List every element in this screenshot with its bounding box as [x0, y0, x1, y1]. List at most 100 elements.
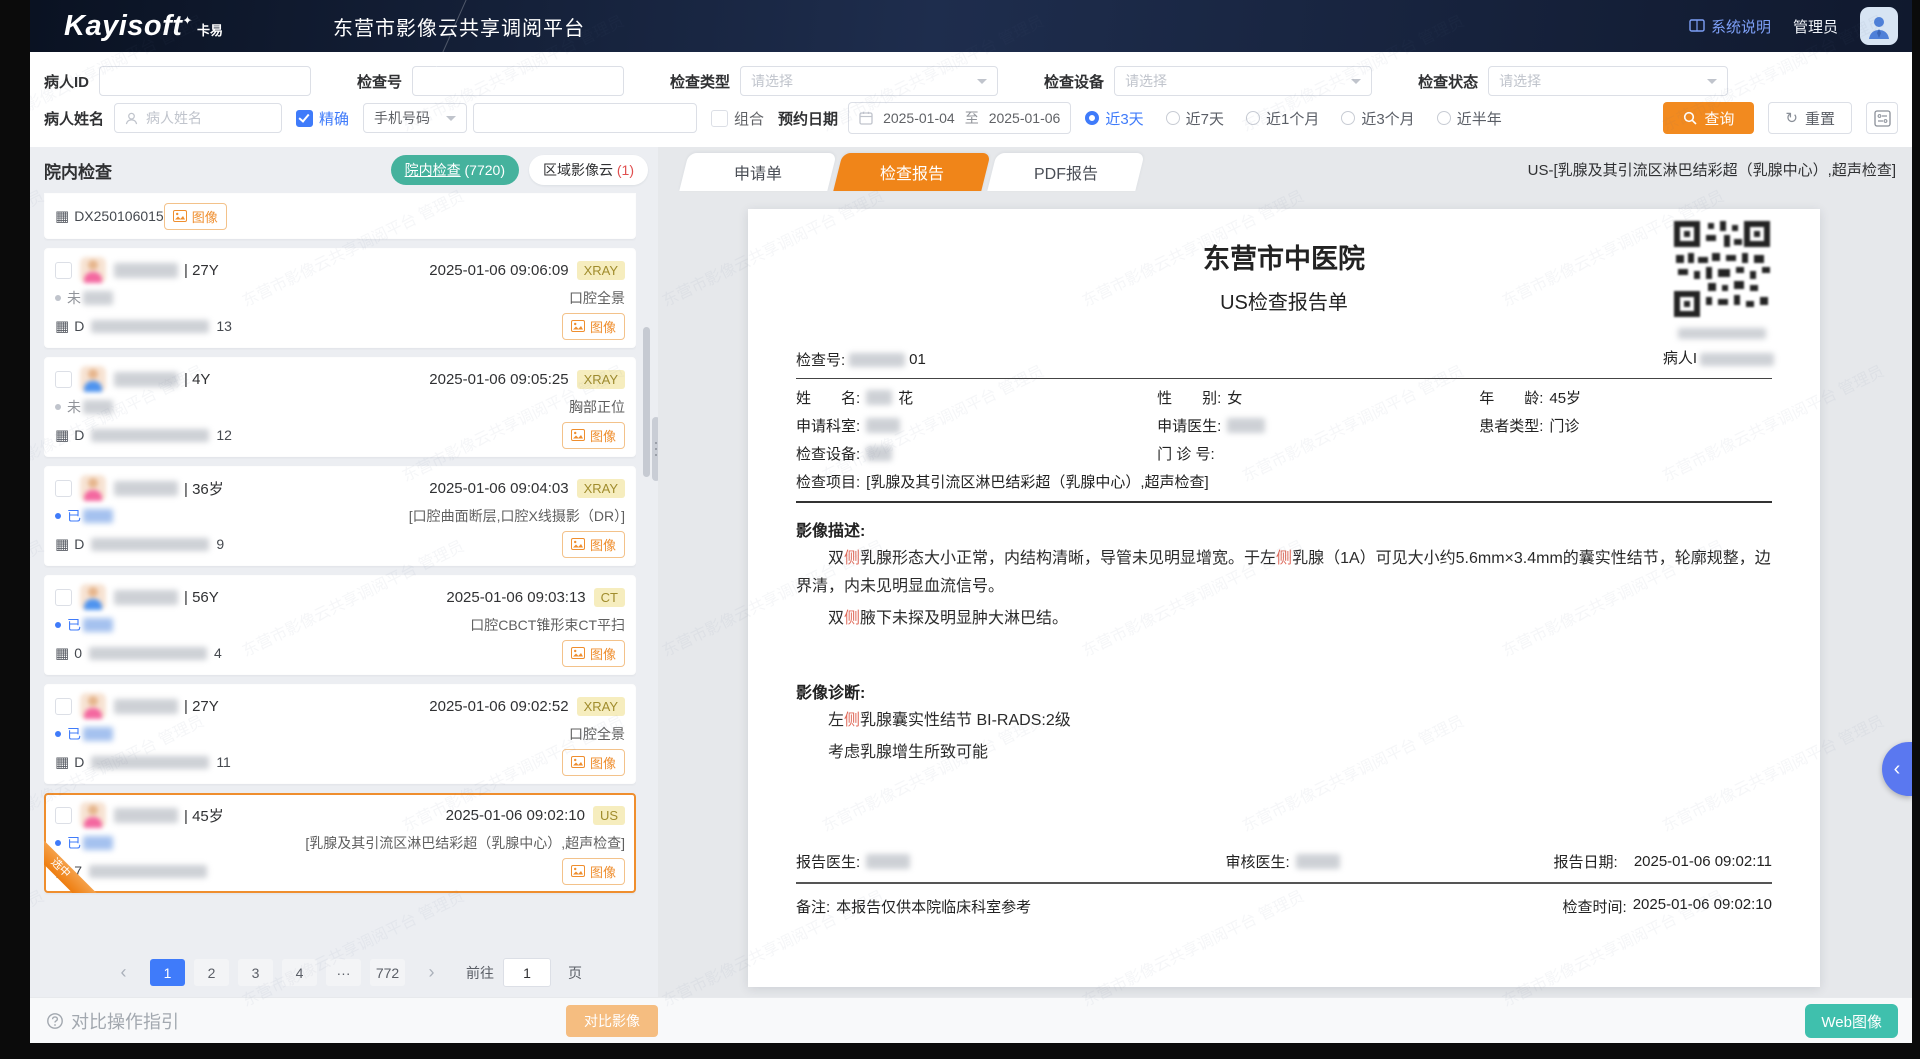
image-button[interactable]: 图像	[562, 531, 625, 558]
device-select[interactable]: 请选择	[1114, 66, 1372, 96]
brand-logo-cn: 卡易	[197, 20, 223, 39]
tab-pdf-report[interactable]: PDF报告	[987, 153, 1144, 191]
read-status-text: 未	[67, 397, 81, 417]
tab-region-cloud[interactable]: 区域影像云 (1)	[529, 155, 648, 185]
image-button[interactable]: 图像	[562, 749, 625, 776]
quick-range-近3个月[interactable]: 近3个月	[1341, 108, 1414, 129]
combo-checkbox[interactable]	[711, 110, 728, 127]
exam-card[interactable]: | 27Y2025-01-06 09:02:52XRAY已口腔全景▦D11图像	[44, 684, 636, 784]
read-status-text: 未	[67, 288, 81, 308]
status-redacted	[83, 509, 113, 523]
list-scrollbar[interactable]	[643, 327, 650, 477]
goto-page-input[interactable]: 1	[503, 958, 551, 987]
report-description-body: 双侧乳腺形态大小正常，内结构清晰，导管未见明显增宽。于左侧乳腺（1A）可见大小约…	[796, 545, 1772, 633]
film-icon: ▦	[55, 644, 69, 662]
compare-images-button[interactable]: 对比影像	[566, 1005, 658, 1037]
exam-checkbox[interactable]	[55, 371, 72, 388]
search-icon	[1683, 111, 1697, 125]
web-image-button[interactable]: Web图像	[1805, 1004, 1898, 1038]
diagnosis-title: 影像诊断:	[796, 679, 1772, 703]
radio-icon	[1085, 111, 1099, 125]
image-button[interactable]: 图像	[562, 313, 625, 340]
image-button-label: 图像	[590, 317, 616, 336]
phone-input[interactable]	[473, 103, 697, 133]
patient-name-input[interactable]	[114, 103, 282, 133]
reset-button[interactable]: ↻ 重置	[1768, 102, 1852, 134]
read-status: 已	[55, 615, 113, 635]
exam-card[interactable]: | 27Y2025-01-06 09:06:09XRAY未口腔全景▦D13图像	[44, 248, 636, 348]
phone-select[interactable]: 手机号码	[363, 103, 467, 133]
exam-card-row-id: ▦D9图像	[55, 530, 625, 558]
exam-checkbox[interactable]	[55, 589, 72, 606]
qr-code	[1672, 219, 1772, 319]
status-label: 检查状态	[1418, 71, 1478, 92]
exam-datetime: 2025-01-06 09:05:25	[429, 371, 568, 388]
next-page-button[interactable]: ›	[414, 959, 449, 986]
exam-id-prefix: D	[74, 318, 84, 334]
patient-name-redacted	[114, 263, 178, 278]
exam-id-redacted	[91, 429, 209, 442]
image-icon	[571, 756, 585, 768]
exam-type-select[interactable]: 请选择	[740, 66, 998, 96]
exam-checkbox[interactable]	[55, 262, 72, 279]
image-icon	[571, 320, 585, 332]
exam-checkbox[interactable]	[55, 480, 72, 497]
image-button[interactable]: 图像	[562, 422, 625, 449]
exam-card-partial[interactable]: ▦DX250106015图像	[44, 193, 636, 239]
image-button[interactable]: 图像	[562, 858, 625, 885]
exam-card[interactable]: | 45岁2025-01-06 09:02:10US已[乳腺及其引流区淋巴结彩超…	[44, 793, 636, 893]
patient-name-redacted	[114, 808, 178, 823]
page-button-···[interactable]: ···	[326, 959, 361, 986]
image-button[interactable]: 图像	[562, 640, 625, 667]
exam-card[interactable]: | 4Y2025-01-06 09:05:25XRAY未胸部正位▦D12图像	[44, 357, 636, 457]
image-icon	[571, 538, 585, 550]
quick-range-近7天[interactable]: 近7天	[1166, 108, 1224, 129]
exam-no-input[interactable]	[412, 66, 624, 96]
patient-name-redacted	[114, 590, 178, 605]
exam-id-suffix: 11	[216, 754, 231, 770]
report-tabbar: 申请单 检查报告 PDF报告 US-[乳腺及其引流区淋巴结彩超（乳腺中心）,超声…	[658, 147, 1912, 191]
app-window: Kayisoft✦ 卡易 东营市影像云共享调阅平台 系统说明 管理员 病人ID …	[30, 0, 1912, 1043]
quick-range-近半年[interactable]: 近半年	[1437, 108, 1502, 129]
date-range-picker[interactable]: 2025-01-04 至 2025-01-06	[848, 102, 1071, 134]
user-avatar[interactable]	[1860, 7, 1898, 45]
tab-request-form[interactable]: 申请单	[679, 153, 836, 191]
image-button[interactable]: 图像	[164, 203, 227, 230]
quick-range-label: 近3天	[1105, 108, 1143, 129]
tab-local-exams[interactable]: 院内检查 (7720)	[391, 155, 519, 185]
read-status-text: 已	[67, 506, 81, 526]
image-icon	[571, 647, 585, 659]
query-button[interactable]: 查询	[1663, 102, 1754, 134]
exact-checkbox[interactable]	[296, 110, 313, 127]
image-button-label: 图像	[590, 753, 616, 772]
page-button-3[interactable]: 3	[238, 959, 273, 986]
page-button-772[interactable]: 772	[370, 959, 405, 986]
user-name[interactable]: 管理员	[1793, 16, 1838, 37]
column-settings-button[interactable]	[1866, 102, 1898, 134]
page-button-4[interactable]: 4	[282, 959, 317, 986]
quick-range-label: 近3个月	[1361, 108, 1414, 129]
combo-label: 组合	[734, 108, 764, 129]
status-select[interactable]: 请选择	[1488, 66, 1728, 96]
film-icon: ▦	[55, 753, 69, 771]
exam-checkbox[interactable]	[55, 698, 72, 715]
exam-checkbox[interactable]	[55, 807, 72, 824]
quick-range-近3天[interactable]: 近3天	[1085, 108, 1143, 129]
tab-exam-report[interactable]: 检查报告	[833, 153, 990, 191]
selected-ribbon: 选中	[44, 837, 100, 893]
hospital-name: 东营市中医院	[796, 237, 1772, 276]
status-dot-icon	[55, 731, 61, 737]
exam-card[interactable]: | 56Y2025-01-06 09:03:13CT已口腔CBCT锥形束CT平扫…	[44, 575, 636, 675]
page-button-1[interactable]: 1	[150, 959, 185, 986]
page-button-2[interactable]: 2	[194, 959, 229, 986]
patient-id-input[interactable]	[99, 66, 311, 96]
patient-age: | 45岁	[184, 805, 224, 826]
prev-page-button[interactable]: ‹	[106, 959, 141, 986]
exam-card[interactable]: | 36岁2025-01-06 09:04:03XRAY已[口腔曲面断层,口腔X…	[44, 466, 636, 566]
patient-name-label: 病人姓名	[44, 108, 104, 129]
radio-icon	[1166, 111, 1180, 125]
quick-range-近1个月[interactable]: 近1个月	[1246, 108, 1319, 129]
exam-id-redacted	[91, 320, 209, 333]
compare-guide-link[interactable]: 对比操作指引	[46, 1008, 179, 1034]
system-help-link[interactable]: 系统说明	[1689, 16, 1771, 37]
